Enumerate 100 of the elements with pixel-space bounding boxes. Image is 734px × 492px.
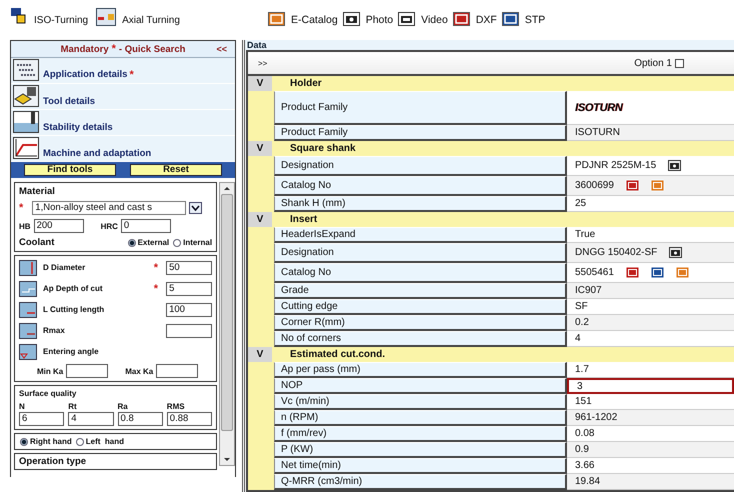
property-cell: Q-MRR (cm3/min)	[274, 474, 567, 490]
collapse-toggle[interactable]: V	[248, 347, 272, 362]
group-heading: Operation type	[19, 456, 88, 467]
property-cell: Catalog No	[274, 263, 567, 283]
section-title: Insert	[289, 214, 318, 225]
panel-title: Mandatory	[60, 44, 109, 54]
field-label: RMS	[166, 402, 186, 411]
value-text: 3600699	[575, 180, 614, 191]
section-label: Tool details	[43, 96, 96, 107]
radio-button[interactable]	[76, 438, 84, 446]
radio-label: Right hand	[30, 437, 72, 446]
section-item[interactable]: Stability details	[11, 110, 235, 136]
mode-link[interactable]: ISO-Turning	[34, 15, 88, 26]
field-label: HB	[19, 222, 31, 230]
surface-field[interactable]: 0.88	[166, 412, 212, 426]
group-heading: Surface quality	[19, 389, 78, 398]
value-text: 1.7	[575, 364, 589, 375]
section-title: Estimated cut.cond.	[289, 349, 386, 360]
dimension-label: Entering angle	[43, 347, 99, 356]
collapse-toggle[interactable]: V	[248, 141, 272, 156]
catalog-icon[interactable]	[650, 180, 664, 191]
property-cell: HeaderIsExpand	[274, 227, 567, 243]
dxf-file-icon	[452, 12, 470, 26]
catalog-icon[interactable]	[676, 267, 689, 278]
radio-label: Left hand	[86, 437, 124, 446]
link[interactable]: STP	[524, 14, 546, 26]
value-text: 961-1202	[575, 412, 618, 423]
section-item[interactable]: Machine and adaptation	[11, 136, 235, 162]
link[interactable]: Video	[421, 14, 448, 26]
dimension-icon	[19, 344, 37, 360]
dropdown-icon[interactable]	[189, 202, 202, 214]
radio-button[interactable]	[20, 438, 28, 446]
link[interactable]: DXF	[476, 14, 497, 26]
hrc-field[interactable]: 0	[120, 219, 171, 233]
model-file-icon[interactable]	[650, 267, 664, 278]
film-icon	[398, 12, 416, 26]
value-text: 3.66	[575, 460, 594, 471]
action-button[interactable]: Find tools	[24, 164, 116, 176]
dimension-icon	[19, 322, 37, 338]
camera-icon	[342, 12, 360, 26]
section-label: Machine and adaptation	[43, 148, 152, 159]
scrollbar[interactable]	[219, 182, 235, 466]
property-cell: Designation	[274, 243, 567, 263]
power-chart-icon	[13, 137, 39, 159]
dxf-file-icon[interactable]	[626, 180, 639, 191]
collapse-button[interactable]: <<	[216, 44, 227, 54]
dimension-field[interactable]	[166, 324, 212, 338]
camera-icon[interactable]	[669, 247, 682, 258]
field-label: N	[19, 402, 26, 411]
expand-button[interactable]: >>	[258, 58, 268, 68]
panel-title: Data	[245, 40, 734, 50]
max-angle-field[interactable]	[156, 364, 198, 378]
min-angle-field[interactable]	[66, 364, 108, 378]
dimension-field[interactable]: 50	[166, 260, 212, 274]
dimension-label: D Diameter	[43, 263, 86, 272]
value-text: 4	[575, 333, 581, 344]
field-label: Max Ka	[125, 366, 154, 376]
property-cell: Product Family	[274, 91, 567, 125]
value-text: 151	[575, 396, 592, 407]
section-item[interactable]: Tool details	[11, 84, 235, 110]
required-mark: *	[112, 43, 116, 55]
value-text: PDJNR 2525M-15	[575, 160, 656, 171]
mode-link[interactable]: Axial Turning	[122, 15, 180, 26]
panel-subtitle: - Quick Search	[118, 44, 186, 54]
radio-label: Internal	[183, 238, 212, 247]
property-cell: Net time(min)	[274, 458, 567, 474]
dimension-icon	[19, 280, 37, 296]
dimension-label: Ap Depth of cut	[43, 284, 103, 293]
group-heading: Material	[19, 186, 56, 197]
camera-icon[interactable]	[668, 160, 682, 171]
dxf-file-icon[interactable]	[626, 267, 639, 278]
brand-logo: ISOTURN	[575, 102, 622, 114]
material-select[interactable]: 1,Non-alloy steel and cast s	[32, 201, 186, 215]
value-text: IC907	[575, 285, 602, 296]
option-label: Option 1	[634, 58, 672, 68]
checkbox[interactable]	[675, 58, 684, 68]
value-text: SF	[575, 301, 588, 312]
dimension-field[interactable]: 100	[166, 302, 212, 316]
action-button[interactable]: Reset	[130, 164, 222, 176]
dimension-label: Rmax	[43, 326, 65, 335]
dimension-field[interactable]: 5	[166, 282, 212, 296]
link[interactable]: E-Catalog	[291, 14, 338, 26]
radio-label: External	[138, 238, 170, 247]
hb-field[interactable]: 200	[34, 219, 84, 233]
surface-field[interactable]: 4	[68, 412, 114, 426]
field-label: Rt	[68, 402, 78, 411]
link[interactable]: Photo	[366, 14, 394, 26]
tool-holder-icon	[13, 111, 39, 133]
radio-button[interactable]	[128, 238, 136, 246]
property-cell: n (RPM)	[274, 410, 567, 426]
collapse-toggle[interactable]: V	[248, 212, 272, 227]
value-text: 0.2	[575, 317, 589, 328]
property-cell: Grade	[274, 283, 567, 299]
value-text: ISOTURN	[575, 127, 620, 138]
collapse-toggle[interactable]: V	[248, 76, 272, 91]
section-item[interactable]: Application details *	[11, 58, 235, 84]
surface-field[interactable]: 0.8	[118, 412, 163, 426]
value-text: 25	[575, 198, 586, 209]
surface-field[interactable]: 6	[19, 412, 64, 426]
radio-button[interactable]	[173, 238, 182, 246]
